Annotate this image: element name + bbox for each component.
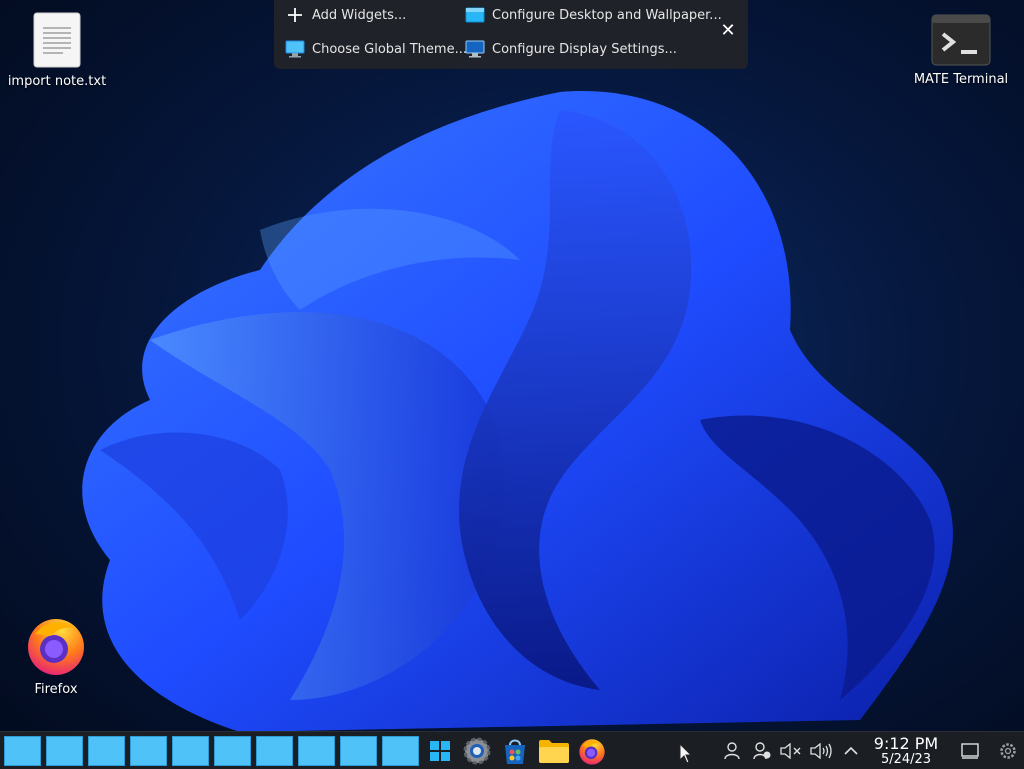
virtual-desktop-4[interactable] xyxy=(130,736,167,766)
expand-tray-icon xyxy=(844,746,858,755)
desktop-icon-label: import note.txt xyxy=(7,74,107,89)
taskbar: 9:12 PM 5/24/23 xyxy=(0,731,1024,769)
panel-settings-button[interactable] xyxy=(996,732,1020,769)
user-switch-icon xyxy=(753,741,771,759)
mouse-cursor xyxy=(679,743,693,764)
virtual-desktop-2[interactable] xyxy=(46,736,83,766)
clock-date: 5/24/23 xyxy=(880,752,932,767)
add-widgets-button[interactable]: Add Widgets... xyxy=(285,4,406,26)
user-icon xyxy=(724,741,740,759)
virtual-desktop-1[interactable] xyxy=(4,736,41,766)
file-manager-icon xyxy=(539,739,569,763)
clock[interactable]: 9:12 PM 5/24/23 xyxy=(868,735,944,767)
terminal-icon xyxy=(931,14,991,66)
virtual-desktop-8[interactable] xyxy=(298,736,335,766)
settings-icon xyxy=(463,737,491,764)
text-file-icon xyxy=(33,12,81,68)
desktop-edit-toolbar: Add Widgets... Configure Desktop and Wal… xyxy=(274,0,748,69)
desktop-icon-firefox[interactable]: Firefox xyxy=(18,614,94,697)
configure-desktop-label: Configure Desktop and Wallpaper... xyxy=(492,7,722,23)
mute-tray-button[interactable] xyxy=(778,732,804,769)
desktop-icon-import-note[interactable]: import note.txt xyxy=(7,12,107,89)
configure-desktop-button[interactable]: Configure Desktop and Wallpaper... xyxy=(465,4,722,26)
mute-icon xyxy=(780,742,801,759)
gear-icon xyxy=(1000,742,1016,759)
choose-global-theme-label: Choose Global Theme... xyxy=(312,41,467,57)
user-switch-tray-button[interactable] xyxy=(750,732,774,769)
display-icon xyxy=(465,40,485,58)
settings-app-button[interactable] xyxy=(460,732,494,769)
close-icon[interactable]: ✕ xyxy=(720,22,736,40)
start-menu-icon xyxy=(430,740,450,761)
desktop-icon-label: MATE Terminal xyxy=(913,72,1009,87)
choose-global-theme-button[interactable]: Choose Global Theme... xyxy=(285,38,467,60)
show-desktop-button[interactable] xyxy=(958,732,982,769)
file-manager-button[interactable] xyxy=(536,732,572,769)
virtual-desktop-5[interactable] xyxy=(172,736,209,766)
app-store-icon xyxy=(505,739,525,764)
expand-tray-button[interactable] xyxy=(840,732,862,769)
app-store-button[interactable] xyxy=(499,732,531,769)
clock-time: 9:12 PM xyxy=(873,734,939,753)
wallpaper xyxy=(82,91,953,732)
desktop-icon-label: Firefox xyxy=(34,682,78,697)
theme-icon xyxy=(285,40,305,58)
configure-display-button[interactable]: Configure Display Settings... xyxy=(465,38,677,60)
virtual-desktop-9[interactable] xyxy=(340,736,377,766)
volume-tray-button[interactable] xyxy=(808,732,834,769)
volume-icon xyxy=(810,742,832,759)
start-menu-button[interactable] xyxy=(426,732,454,769)
user-tray-button[interactable] xyxy=(720,732,744,769)
add-widgets-label: Add Widgets... xyxy=(312,7,407,23)
desktop-icon-mate-terminal[interactable]: MATE Terminal xyxy=(906,14,1016,87)
configure-display-label: Configure Display Settings... xyxy=(492,41,677,57)
wallpaper-icon xyxy=(465,6,485,24)
show-desktop-icon xyxy=(961,742,979,759)
plus-icon xyxy=(285,6,305,24)
firefox-icon xyxy=(28,619,84,675)
virtual-desktop-7[interactable] xyxy=(256,736,293,766)
virtual-desktop-6[interactable] xyxy=(214,736,251,766)
firefox-taskbar-button[interactable] xyxy=(576,732,608,769)
virtual-desktop-10[interactable] xyxy=(382,736,419,766)
firefox-icon xyxy=(579,738,605,765)
virtual-desktop-3[interactable] xyxy=(88,736,125,766)
